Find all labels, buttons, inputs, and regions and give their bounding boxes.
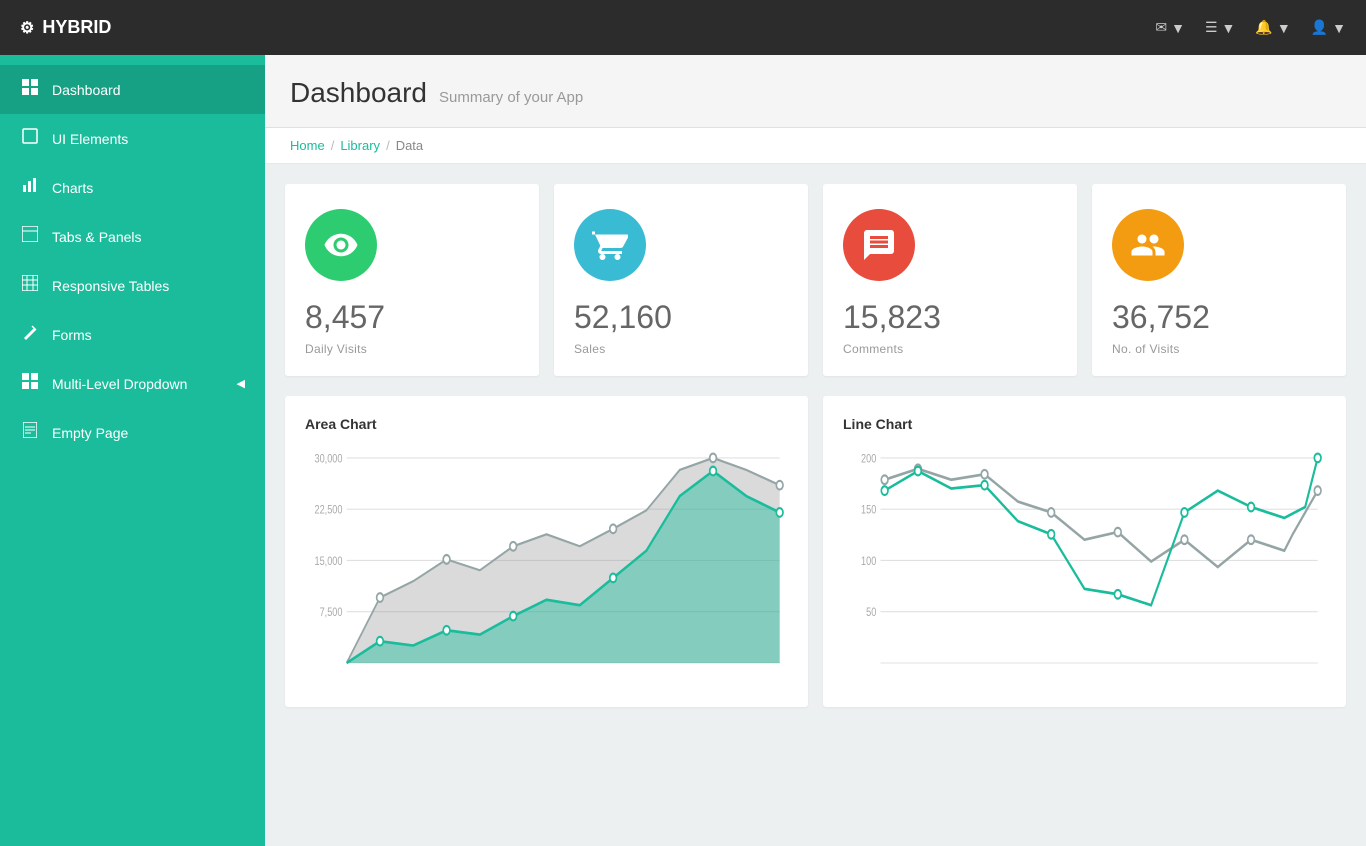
content-area: Dashboard Summary of your App Home / Lib… — [265, 55, 1366, 846]
list-button[interactable]: ☰ ▼ — [1205, 19, 1235, 36]
svg-text:30,000: 30,000 — [315, 452, 343, 465]
stat-label-no-visits: No. of Visits — [1112, 342, 1326, 356]
forms-icon — [20, 324, 40, 345]
sidebar-item-label: Multi-Level Dropdown — [52, 376, 187, 392]
line-chart-svg: 200 150 100 50 — [843, 447, 1326, 687]
list-icon: ☰ — [1205, 19, 1218, 36]
svg-text:7,500: 7,500 — [320, 606, 343, 619]
email-button[interactable]: ✉ ▼ — [1155, 19, 1185, 36]
tabs-icon — [20, 226, 40, 247]
breadcrumb: Home / Library / Data — [290, 138, 1341, 153]
line-chart-title: Line Chart — [843, 416, 1326, 432]
page-subtitle: Summary of your App — [439, 89, 583, 106]
breadcrumb-bar: Home / Library / Data — [265, 128, 1366, 164]
sidebar: ▶ Dashboard UI Elements Charts — [0, 55, 265, 846]
stat-card-comments: 15,823 Comments — [823, 184, 1077, 376]
svg-text:150: 150 — [861, 503, 876, 516]
sidebar-item-label: Charts — [52, 180, 93, 196]
user-icon: 👤 — [1311, 19, 1328, 36]
svg-text:22,500: 22,500 — [315, 503, 343, 516]
brand-name: HYBRID — [42, 17, 111, 38]
stat-value-visits: 8,457 — [305, 299, 519, 336]
sidebar-item-label: Empty Page — [52, 425, 128, 441]
sidebar-item-forms[interactable]: Forms — [0, 310, 265, 359]
dropdown-icon — [20, 373, 40, 394]
area-chart-card: Area Chart 30,000 22,500 15, — [285, 396, 808, 707]
sidebar-item-ui-elements[interactable]: UI Elements — [0, 114, 265, 163]
stat-card-no-visits: 36,752 No. of Visits — [1092, 184, 1346, 376]
cart-icon — [592, 227, 628, 263]
stat-card-daily-visits: 8,457 Daily Visits — [285, 184, 539, 376]
ui-elements-icon — [20, 128, 40, 149]
svg-text:100: 100 — [861, 555, 876, 568]
list-arrow: ▼ — [1222, 20, 1236, 36]
stat-icon-circle-comments — [843, 209, 915, 281]
page-title: Dashboard — [290, 77, 427, 109]
user-button[interactable]: 👤 ▼ — [1311, 19, 1346, 36]
email-arrow: ▼ — [1171, 20, 1185, 36]
area-chart-svg: 30,000 22,500 15,000 7,500 — [305, 447, 788, 687]
stat-value-sales: 52,160 — [574, 299, 788, 336]
stat-icon-circle-no-visits — [1112, 209, 1184, 281]
main-content: 8,457 Daily Visits 52,160 Sales 15 — [265, 164, 1366, 727]
user-arrow: ▼ — [1332, 20, 1346, 36]
sidebar-item-label: Forms — [52, 327, 92, 343]
sidebar-item-multi-level-dropdown[interactable]: Multi-Level Dropdown ◀ — [0, 359, 265, 408]
sidebar-item-charts[interactable]: Charts — [0, 163, 265, 212]
breadcrumb-sep-2: / — [386, 138, 390, 153]
area-chart-title: Area Chart — [305, 416, 788, 432]
stat-label-comments: Comments — [843, 342, 1057, 356]
breadcrumb-library[interactable]: Library — [340, 138, 380, 153]
stat-icon-circle-sales — [574, 209, 646, 281]
gear-icon: ⚙ — [20, 18, 34, 38]
sidebar-item-empty-page[interactable]: Empty Page — [0, 408, 265, 457]
dashboard-icon — [20, 79, 40, 100]
stat-label-sales: Sales — [574, 342, 788, 356]
sidebar-item-label: Tabs & Panels — [52, 229, 142, 245]
eye-icon — [323, 227, 359, 263]
line-chart-card: Line Chart 200 150 100 — [823, 396, 1346, 707]
stats-row: 8,457 Daily Visits 52,160 Sales 15 — [285, 184, 1346, 376]
sidebar-item-label: Responsive Tables — [52, 278, 169, 294]
svg-text:200: 200 — [861, 452, 876, 465]
group-icon — [1130, 227, 1166, 263]
sidebar-item-dashboard[interactable]: Dashboard — [0, 65, 265, 114]
navbar: ⚙ HYBRID ✉ ▼ ☰ ▼ 🔔 ▼ 👤 ▼ — [0, 0, 1366, 55]
sidebar-item-tabs-panels[interactable]: Tabs & Panels — [0, 212, 265, 261]
empty-page-icon — [20, 422, 40, 443]
menu-left: Multi-Level Dropdown — [20, 373, 187, 394]
navbar-right: ✉ ▼ ☰ ▼ 🔔 ▼ 👤 ▼ — [1155, 19, 1346, 36]
email-icon: ✉ — [1155, 19, 1167, 36]
arrow-icon: ◀ — [237, 377, 245, 390]
sidebar-item-label: UI Elements — [52, 131, 128, 147]
breadcrumb-current: Data — [396, 138, 423, 153]
area-chart-container: 30,000 22,500 15,000 7,500 — [305, 447, 788, 687]
bell-icon: 🔔 — [1255, 19, 1272, 36]
sidebar-item-label: Dashboard — [52, 82, 121, 98]
page-title-row: Dashboard Summary of your App — [290, 77, 1341, 109]
brand: ⚙ HYBRID — [20, 17, 111, 38]
breadcrumb-sep-1: / — [331, 138, 335, 153]
stat-label-visits: Daily Visits — [305, 342, 519, 356]
page-header: Dashboard Summary of your App — [265, 55, 1366, 128]
charts-icon — [20, 177, 40, 198]
charts-row: Area Chart 30,000 22,500 15, — [285, 396, 1346, 707]
comment-icon — [861, 227, 897, 263]
stat-card-sales: 52,160 Sales — [554, 184, 808, 376]
breadcrumb-home[interactable]: Home — [290, 138, 325, 153]
stat-value-no-visits: 36,752 — [1112, 299, 1326, 336]
bell-arrow: ▼ — [1277, 20, 1291, 36]
line-chart-container: 200 150 100 50 — [843, 447, 1326, 687]
svg-text:15,000: 15,000 — [315, 555, 343, 568]
stat-value-comments: 15,823 — [843, 299, 1057, 336]
bell-button[interactable]: 🔔 ▼ — [1255, 19, 1290, 36]
main-layout: ▶ Dashboard UI Elements Charts — [0, 55, 1366, 846]
tables-icon — [20, 275, 40, 296]
sidebar-menu: Dashboard UI Elements Charts Tabs & Pane… — [0, 55, 265, 467]
sidebar-item-responsive-tables[interactable]: Responsive Tables — [0, 261, 265, 310]
svg-text:50: 50 — [866, 606, 876, 619]
stat-icon-circle-visits — [305, 209, 377, 281]
